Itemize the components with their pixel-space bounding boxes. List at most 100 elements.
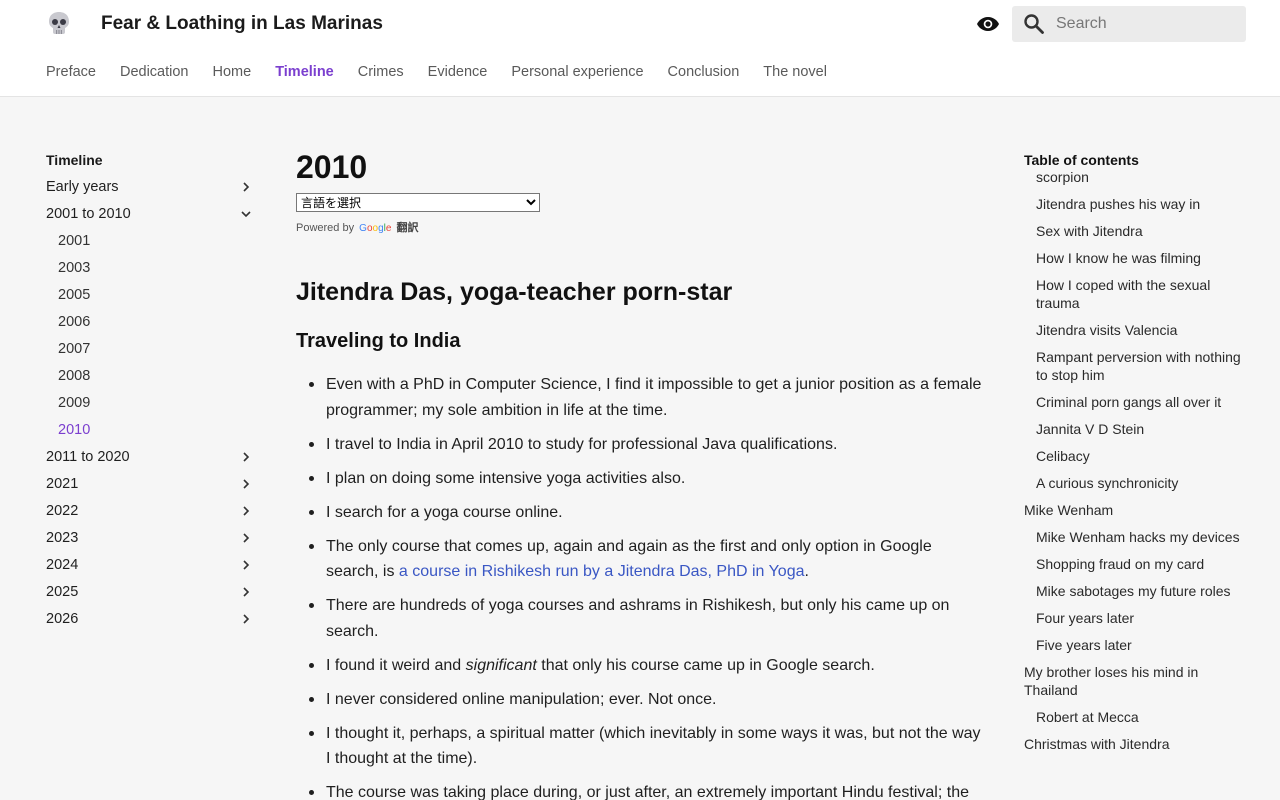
sidebar-item-2003[interactable]: 2003 — [46, 259, 258, 286]
sidebar-item-label: 2022 — [46, 503, 79, 519]
toc-item[interactable]: A curious synchronicity — [1024, 474, 1250, 492]
sidebar-item-2007[interactable]: 2007 — [46, 340, 258, 367]
sidebar-title[interactable]: Timeline — [46, 151, 258, 169]
top-bar: Fear & Loathing in Las Marinas Preface D… — [0, 0, 1280, 97]
chevron-right-icon[interactable] — [240, 613, 252, 625]
toc-item[interactable]: Robert at Mecca — [1024, 708, 1250, 726]
sidebar-item-2010[interactable]: 2010 — [46, 421, 258, 448]
chevron-down-icon[interactable] — [240, 208, 252, 220]
list-item: The only course that comes up, again and… — [296, 534, 986, 585]
list-item: There are hundreds of yoga courses and a… — [296, 593, 986, 644]
tab-conclusion[interactable]: Conclusion — [668, 64, 740, 84]
section-subheading: Traveling to India — [296, 330, 461, 352]
sidebar-item-label: 2026 — [46, 611, 79, 627]
sidebar-item-label: 2001 to 2010 — [46, 206, 131, 222]
page-title: 2010 — [296, 149, 368, 185]
sidebar-item-label: 2024 — [46, 557, 79, 573]
emphasis-text: significant — [465, 656, 537, 674]
tab-personal-experience[interactable]: Personal experience — [511, 64, 643, 84]
eye-icon[interactable] — [976, 12, 1000, 36]
toc-item[interactable]: Rampant perversion with nothing to stop … — [1024, 348, 1250, 384]
skull-icon[interactable] — [46, 10, 72, 36]
google-logo[interactable]: Google — [359, 223, 391, 234]
sidebar-item-2025[interactable]: 2025 — [46, 583, 258, 610]
sidebar-item-label: 2021 — [46, 476, 79, 492]
toc-item[interactable]: Criminal porn gangs all over it — [1024, 393, 1250, 411]
list-item: I plan on doing some intensive yoga acti… — [296, 466, 986, 492]
sidebar-item-2026[interactable]: 2026 — [46, 610, 258, 637]
toc-item[interactable]: How I know he was filming — [1024, 249, 1250, 267]
chevron-right-icon[interactable] — [240, 451, 252, 463]
sidebar-item-2011-to-2020[interactable]: 2011 to 2020 — [46, 448, 258, 475]
chevron-right-icon[interactable] — [240, 532, 252, 544]
toc-item[interactable]: Shopping fraud on my card — [1024, 555, 1250, 573]
toc-item[interactable]: Jitendra pushes his way in — [1024, 195, 1250, 213]
top-nav-tabs: Preface Dedication Home Timeline Crimes … — [46, 64, 851, 84]
powered-by-label: Powered by — [296, 222, 355, 234]
chevron-right-icon[interactable] — [240, 181, 252, 193]
tab-preface[interactable]: Preface — [46, 64, 96, 84]
sidebar-nav: Timeline Early years 2001 to 2010 2001 2… — [46, 151, 258, 637]
section-heading: Jitendra Das, yoga-teacher porn-star — [296, 278, 733, 306]
chevron-right-icon[interactable] — [240, 559, 252, 571]
toc-item[interactable]: Five years later — [1024, 636, 1250, 654]
sidebar-item-2023[interactable]: 2023 — [46, 529, 258, 556]
tab-crimes[interactable]: Crimes — [358, 64, 404, 84]
toc-item[interactable]: Four years later — [1024, 609, 1250, 627]
sidebar-item-2006[interactable]: 2006 — [46, 313, 258, 340]
table-of-contents: Table of contents scorpion Jitendra push… — [1024, 151, 1250, 762]
tab-dedication[interactable]: Dedication — [120, 64, 189, 84]
sidebar-item-2005[interactable]: 2005 — [46, 286, 258, 313]
list-item: I never considered online manipulation; … — [296, 687, 986, 713]
course-link[interactable]: a course in Rishikesh run by a Jitendra … — [399, 563, 805, 580]
tab-home[interactable]: Home — [213, 64, 252, 84]
toc-item[interactable]: Mike Wenham hacks my devices — [1024, 528, 1250, 546]
sidebar-item-2008[interactable]: 2008 — [46, 367, 258, 394]
toc-item[interactable]: Jitendra visits Valencia — [1024, 321, 1250, 339]
search-box[interactable] — [1012, 6, 1246, 42]
toc-item[interactable]: Jannita V D Stein — [1024, 420, 1250, 438]
toc-item[interactable]: Christmas with Jitendra — [1024, 735, 1250, 753]
sidebar-item-2001-to-2010[interactable]: 2001 to 2010 — [46, 205, 258, 232]
list-item-text: . — [804, 563, 809, 580]
toc-item[interactable]: Mike Wenham — [1024, 501, 1250, 519]
chevron-right-icon[interactable] — [240, 478, 252, 490]
sidebar-item-2022[interactable]: 2022 — [46, 502, 258, 529]
sidebar-item-2024[interactable]: 2024 — [46, 556, 258, 583]
sidebar-item-label: 2008 — [58, 368, 91, 384]
list-item: Even with a PhD in Computer Science, I f… — [296, 372, 986, 423]
sidebar-item-2001[interactable]: 2001 — [46, 232, 258, 259]
search-input[interactable] — [1056, 6, 1236, 42]
list-item: I found it weird and significant that on… — [296, 653, 986, 679]
sidebar-item-2021[interactable]: 2021 — [46, 475, 258, 502]
list-item-text: that only his course came up in Google s… — [536, 656, 875, 674]
sidebar-item-label: 2010 — [58, 422, 91, 438]
sidebar-item-label: 2025 — [46, 584, 79, 600]
site-title[interactable]: Fear & Loathing in Las Marinas — [101, 13, 383, 35]
language-select[interactable]: 言語を選択 — [296, 193, 540, 212]
toc-item[interactable]: Mike sabotages my future roles — [1024, 582, 1250, 600]
sidebar-item-2009[interactable]: 2009 — [46, 394, 258, 421]
sidebar-item-label: Early years — [46, 179, 119, 195]
toc-item[interactable]: My brother loses his mind in Thailand — [1024, 663, 1250, 699]
sidebar-item-label: 2003 — [58, 260, 91, 276]
tab-the-novel[interactable]: The novel — [763, 64, 827, 84]
toc-title: Table of contents — [1024, 152, 1139, 168]
bullet-list: Even with a PhD in Computer Science, I f… — [296, 372, 986, 800]
tab-timeline[interactable]: Timeline — [275, 64, 334, 84]
sidebar-item-label: 2001 — [58, 233, 91, 249]
chevron-right-icon[interactable] — [240, 586, 252, 598]
sidebar-item-early-years[interactable]: Early years — [46, 178, 258, 205]
toc-item[interactable]: Celibacy — [1024, 447, 1250, 465]
sidebar-item-label: 2023 — [46, 530, 79, 546]
list-item: I thought it, perhaps, a spiritual matte… — [296, 721, 986, 772]
toc-item[interactable]: Sex with Jitendra — [1024, 222, 1250, 240]
sidebar-item-label: 2007 — [58, 341, 91, 357]
tab-evidence[interactable]: Evidence — [428, 64, 488, 84]
toc-item[interactable]: How I coped with the sexual trauma — [1024, 276, 1250, 312]
sidebar-item-label: 2011 to 2020 — [46, 449, 130, 465]
chevron-right-icon[interactable] — [240, 505, 252, 517]
translate-link[interactable]: 翻訳 — [396, 222, 418, 234]
sidebar-item-label: 2005 — [58, 287, 91, 303]
toc-item[interactable]: scorpion — [1024, 168, 1250, 186]
